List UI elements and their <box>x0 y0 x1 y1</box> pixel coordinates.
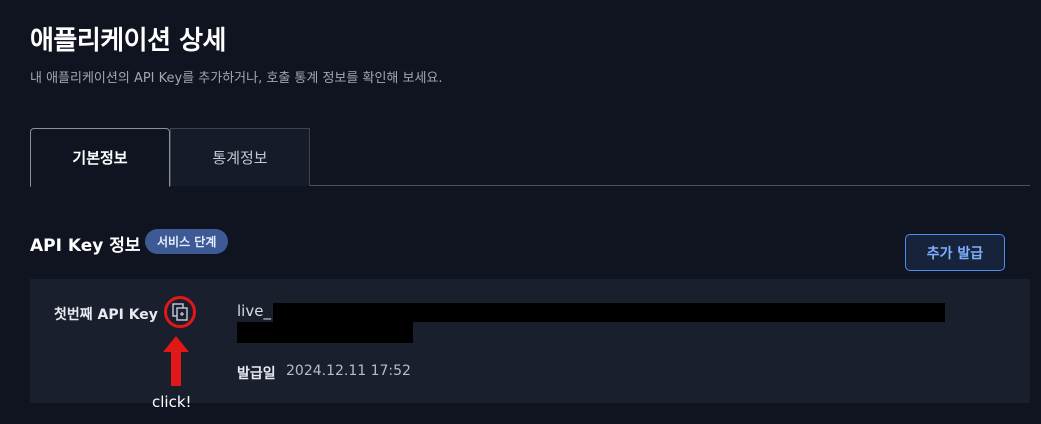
tab-basic-info[interactable]: 기본정보 <box>30 128 170 187</box>
status-badge: 서비스 단계 <box>145 229 229 254</box>
tab-bar: 기본정보 통계정보 <box>30 128 1030 187</box>
api-key-value: live_ <box>237 302 271 320</box>
issued-date-label: 발급일 <box>237 366 276 382</box>
tab-statistics[interactable]: 통계정보 <box>170 128 310 186</box>
redaction-mask <box>273 303 945 322</box>
section-title: API Key 정보 <box>30 236 141 256</box>
copy-icon <box>172 303 188 321</box>
redaction-mask <box>237 322 413 343</box>
api-key-label: 첫번째 API Key <box>54 307 158 323</box>
page-subtitle: 내 애플리케이션의 API Key를 추가하거나, 호출 통계 정보를 확인해 … <box>30 71 443 86</box>
add-issue-button[interactable]: 추가 발급 <box>905 234 1005 271</box>
annotation-label: click! <box>152 393 192 411</box>
issued-date-value: 2024.12.11 17:52 <box>286 363 411 379</box>
annotation-arrow-icon <box>163 336 189 386</box>
page-title: 애플리케이션 상세 <box>30 26 226 56</box>
copy-button[interactable] <box>164 296 196 328</box>
